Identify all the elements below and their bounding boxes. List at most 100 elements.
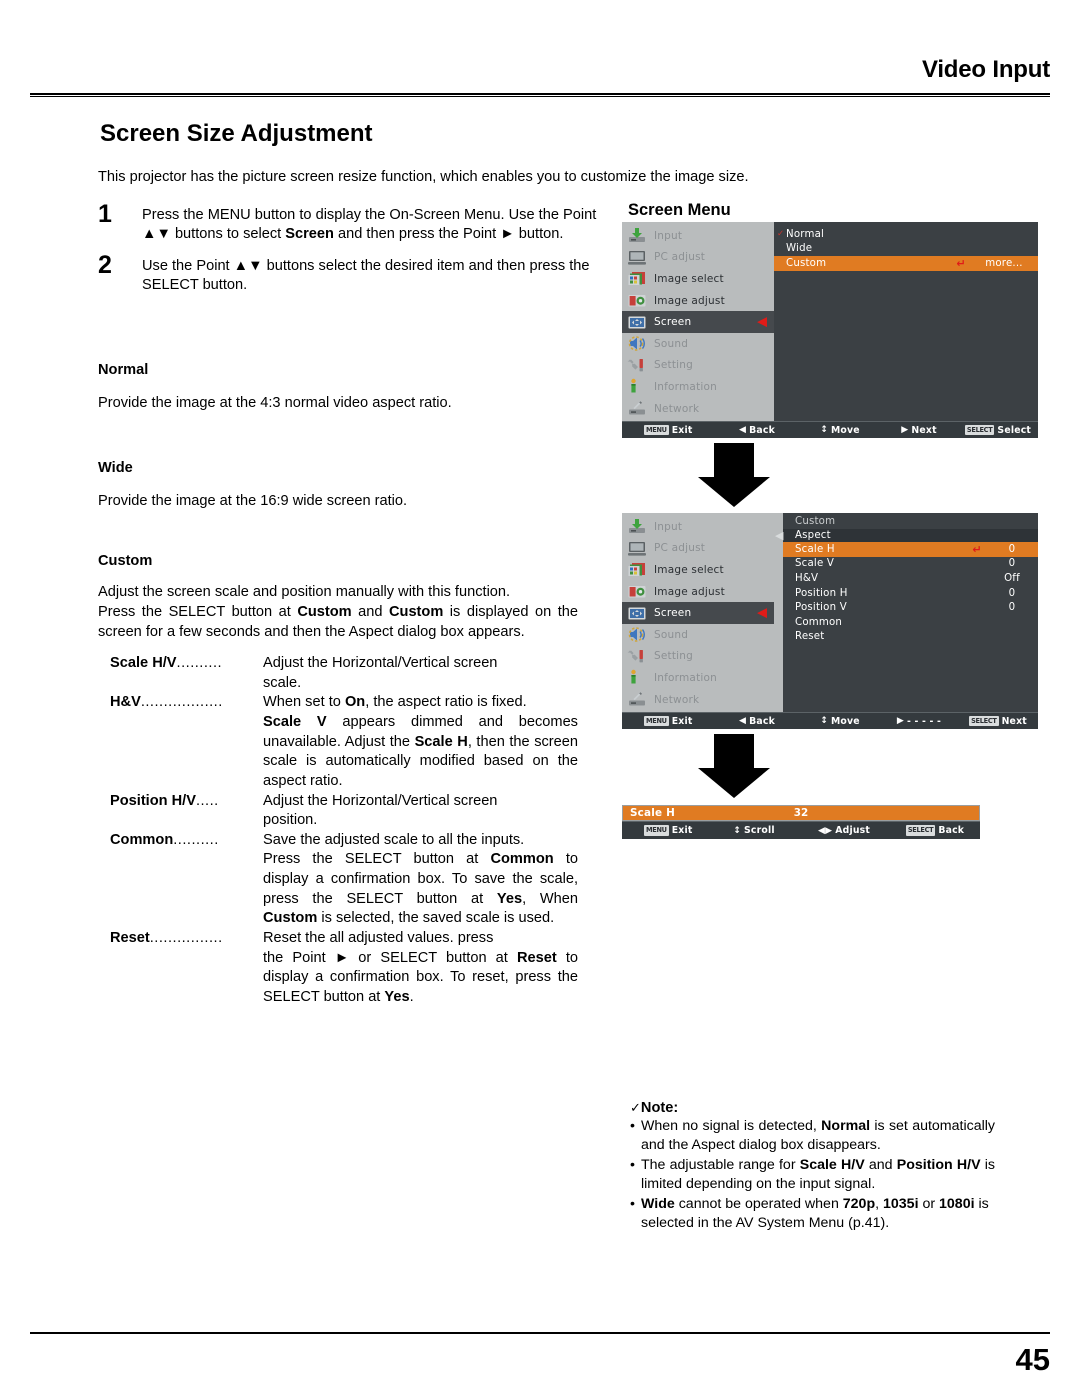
osd-menu-item-sound[interactable]: Sound xyxy=(622,624,774,646)
osd-bar-item-back: ◀ Back xyxy=(714,425,800,436)
header-divider xyxy=(30,93,1050,97)
section-body-normal: Provide the image at the 4:3 normal vide… xyxy=(98,395,452,411)
osd-menu-item-image-select[interactable]: Image select xyxy=(622,559,774,581)
osd-row-value: Off xyxy=(1004,572,1020,584)
direction-glyph-icon: ↕ xyxy=(820,425,828,435)
osd-menu-item-input[interactable]: Input xyxy=(622,225,774,247)
osd-bar-item-exit: MENU Exit xyxy=(622,716,714,727)
definition-row: H&V .................. When set to On, t… xyxy=(110,693,578,713)
osd-menu-item-network[interactable]: Network xyxy=(622,398,774,420)
scale-h-value: 32 xyxy=(793,807,809,819)
osd-menu-item-information[interactable]: Information xyxy=(622,667,774,689)
osd-menu-item-screen[interactable]: Screen ◀ xyxy=(622,311,774,333)
osd-row-value: 0 xyxy=(1008,587,1016,599)
osd-menu-item-image-select[interactable]: Image select xyxy=(622,268,774,290)
group-pointer-icon: ◀ xyxy=(775,529,784,542)
osd-option-wide[interactable]: Wide xyxy=(774,242,1038,257)
enter-arrow-icon: ↵ xyxy=(956,256,966,270)
osd-sidebar[interactable]: Input PC adjust Image select Image adjus… xyxy=(622,222,774,421)
bullet-icon: • xyxy=(630,1118,635,1134)
osd-bar-label: Next xyxy=(911,424,937,436)
page-header: Video Input xyxy=(30,56,1050,97)
osd-option-custom[interactable]: Custom ↵ more... xyxy=(774,256,1038,271)
keycap-menu: MENU xyxy=(644,825,669,836)
definition-term: Reset xyxy=(110,929,150,946)
descriptions-block: Normal Provide the image at the 4:3 norm… xyxy=(98,362,578,1007)
osd-menu-item-network[interactable]: Network xyxy=(622,689,774,711)
osd-menu-item-pc-adjust[interactable]: PC adjust xyxy=(622,538,774,560)
section-heading-wide: Wide xyxy=(98,459,133,476)
note-text: Wide cannot be operated when 720p, 1035i… xyxy=(641,1196,989,1232)
note-block: ✓Note: • When no signal is detected, Nor… xyxy=(630,1100,995,1234)
osd-menu-item-label: Image adjust xyxy=(654,294,725,307)
osd-custom-aspect-menu[interactable]: Input PC adjust Image select Image adjus… xyxy=(622,513,1038,729)
osd-bar-item-next: ▶ Next xyxy=(880,425,958,436)
osd-bar-label: Move xyxy=(830,424,860,436)
definition-description: When set to On, the aspect ratio is fixe… xyxy=(263,694,527,711)
input-icon xyxy=(627,227,647,244)
scale-h-value-bar[interactable]: Scale H 32 xyxy=(622,805,980,821)
osd-menu-item-image-adjust[interactable]: Image adjust xyxy=(622,290,774,312)
osd-bar-label: - - - - - xyxy=(907,715,942,727)
network-icon xyxy=(627,691,647,708)
step-item: 1 Press the MENU button to display the O… xyxy=(98,202,598,245)
osd-menu-item-image-adjust[interactable]: Image adjust xyxy=(622,581,774,603)
note-item: • The adjustable range for Scale H/V and… xyxy=(630,1156,995,1194)
osd-bar-item-adjust: ◀▶ Adjust xyxy=(798,825,890,836)
step-number: 2 xyxy=(98,250,112,279)
osd-menu-item-label: Input xyxy=(654,229,683,242)
osd-menu-item-setting[interactable]: Setting xyxy=(622,355,774,377)
osd-group-title: ◀ Aspect xyxy=(775,529,1038,542)
flow-arrow-down-icon xyxy=(698,734,770,798)
sound-icon xyxy=(627,335,647,352)
note-text: When no signal is detected, Normal is se… xyxy=(641,1118,995,1154)
osd-menu-item-sound[interactable]: Sound xyxy=(622,333,774,355)
osd-row-scale-v[interactable]: Scale V 0 xyxy=(783,557,1038,572)
osd-row-reset[interactable]: Reset xyxy=(783,630,1038,645)
setting-icon xyxy=(627,648,647,665)
keycap-select: SELECT xyxy=(969,715,999,727)
numbered-steps: 1 Press the MENU button to display the O… xyxy=(98,202,598,308)
check-icon: ✓ xyxy=(777,229,785,240)
osd-bar-item-back: ◀ Back xyxy=(714,716,800,727)
osd-menu-item-information[interactable]: Information xyxy=(622,376,774,398)
osd-row-h-v[interactable]: H&V Off xyxy=(783,571,1038,586)
definition-row: Reset ................ Reset the all adj… xyxy=(110,929,578,949)
osd-option-label: Wide xyxy=(786,243,813,255)
osd-bar-item-exit: MENU Exit xyxy=(622,425,714,436)
osd-option-normal[interactable]: ✓ Normal xyxy=(774,227,1038,242)
definition-term: H&V xyxy=(110,694,141,711)
osd-menu-item-pc-adjust[interactable]: PC adjust xyxy=(622,247,774,269)
osd-row-common[interactable]: Common xyxy=(783,615,1038,630)
osd-custom-panel[interactable]: Custom ◀ Aspect Scale H ↵ 0 Scale V 0 H&… xyxy=(774,513,1038,712)
osd-menu-item-label: Image select xyxy=(654,563,724,576)
definition-description: Adjust the Horizontal/Vertical screen xyxy=(263,655,498,672)
osd-row-value: 0 xyxy=(1008,558,1016,570)
osd-row-label: H&V xyxy=(795,572,819,584)
osd-aspect-options-panel[interactable]: ✓ Normal Wide Custom ↵ more... xyxy=(774,222,1038,421)
osd-bottom-bar: MENU Exit ◀ Back ↕ Move ▶ Next SELECT Se… xyxy=(622,421,1038,438)
osd-menu-item-setting[interactable]: Setting xyxy=(622,646,774,668)
step-text: Press the MENU button to display the On-… xyxy=(142,207,597,243)
osd-sidebar[interactable]: Input PC adjust Image select Image adjus… xyxy=(622,513,774,712)
osd-scale-h-dialog[interactable]: Scale H 32 MENU Exit ↕ Scroll ◀▶ Adjust … xyxy=(622,805,980,839)
osd-menu-item-screen[interactable]: Screen ◀ xyxy=(622,602,774,624)
osd-row-position-h[interactable]: Position H 0 xyxy=(783,586,1038,601)
section-heading-custom: Custom xyxy=(98,553,153,570)
osd-row-position-v[interactable]: Position V 0 xyxy=(783,600,1038,615)
network-icon xyxy=(627,400,647,417)
definition-continuation: the Point ► or SELECT button at Reset to… xyxy=(263,949,578,1005)
note-text: The adjustable range for Scale H/V and P… xyxy=(641,1157,995,1193)
definition-term: Position H/V xyxy=(110,792,196,809)
definition-description: Save the adjusted scale to all the input… xyxy=(263,831,525,848)
information-icon xyxy=(627,669,647,686)
osd-menu-item-label: Screen xyxy=(654,316,692,329)
osd-menu-item-label: PC adjust xyxy=(654,251,706,264)
osd-bar-label: Back xyxy=(749,715,775,727)
osd-row-scale-h[interactable]: Scale H ↵ 0 xyxy=(783,542,1038,557)
direction-glyph-icon: ◀ xyxy=(739,716,747,726)
osd-screen-menu[interactable]: Input PC adjust Image select Image adjus… xyxy=(622,222,1038,438)
osd-menu-item-input[interactable]: Input xyxy=(622,516,774,538)
